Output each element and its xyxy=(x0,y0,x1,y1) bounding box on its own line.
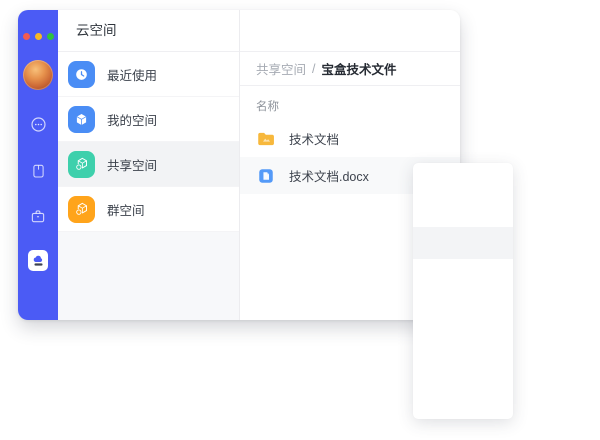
menu-item-move[interactable] xyxy=(413,291,513,323)
clock-icon xyxy=(68,61,95,88)
nav-rail xyxy=(18,10,58,320)
chat-icon[interactable] xyxy=(18,115,58,134)
sidebar-item-label: 最近使用 xyxy=(107,65,157,84)
zoom-button[interactable] xyxy=(47,33,54,40)
breadcrumb: 共享空间 / 宝盒技术文件 xyxy=(240,52,460,86)
file-name: 技术文档.docx xyxy=(289,166,369,185)
traffic-lights xyxy=(23,33,54,40)
breadcrumb-separator: / xyxy=(312,62,315,76)
context-menu xyxy=(413,163,513,419)
file-name: 技术文档 xyxy=(289,129,339,148)
screen: { "window": { "traffic_lights": ["close"… xyxy=(0,0,600,440)
cloud-drive-icon[interactable] xyxy=(28,250,48,271)
sidebar-list: 最近使用 我的空间 共享空间 xyxy=(58,52,239,232)
sidebar-item-shared-space[interactable]: 共享空间 xyxy=(58,142,239,187)
doc-icon xyxy=(257,167,275,185)
sidebar-item-recent[interactable]: 最近使用 xyxy=(58,52,239,97)
menu-item-delete[interactable] xyxy=(413,323,513,355)
folder-icon xyxy=(256,130,276,148)
menu-item-forward[interactable] xyxy=(413,195,513,227)
sidebar-item-label: 共享空间 xyxy=(107,155,157,174)
minimize-button[interactable] xyxy=(35,33,42,40)
notebook-icon[interactable] xyxy=(18,162,58,180)
sidebar-filler xyxy=(58,232,239,320)
app-window: 云空间 最近使用 我的空间 xyxy=(18,10,460,320)
avatar[interactable] xyxy=(23,60,53,90)
menu-item-preview[interactable] xyxy=(413,387,513,419)
menu-item-download[interactable] xyxy=(413,163,513,195)
sidebar-item-label: 我的空间 xyxy=(107,110,157,129)
briefcase-icon[interactable] xyxy=(18,207,58,225)
cube-badge-icon xyxy=(68,151,95,178)
file-row-folder[interactable]: 技术文档 xyxy=(240,120,460,157)
menu-item-rename[interactable] xyxy=(413,355,513,387)
app-title: 云空间 xyxy=(58,10,239,52)
cube-icon xyxy=(68,106,95,133)
breadcrumb-parent[interactable]: 共享空间 xyxy=(256,59,306,78)
sidebar: 云空间 最近使用 我的空间 xyxy=(58,10,240,320)
column-header-name: 名称 xyxy=(240,86,460,120)
menu-item-share-link[interactable] xyxy=(413,227,513,259)
cube-badge-icon xyxy=(68,196,95,223)
sidebar-item-my-space[interactable]: 我的空间 xyxy=(58,97,239,142)
sidebar-item-label: 群空间 xyxy=(107,200,145,219)
content-topbar xyxy=(240,10,460,52)
sidebar-item-group-space[interactable]: 群空间 xyxy=(58,187,239,232)
menu-item-copy[interactable] xyxy=(413,259,513,291)
breadcrumb-current: 宝盒技术文件 xyxy=(322,59,397,78)
close-button[interactable] xyxy=(23,33,30,40)
